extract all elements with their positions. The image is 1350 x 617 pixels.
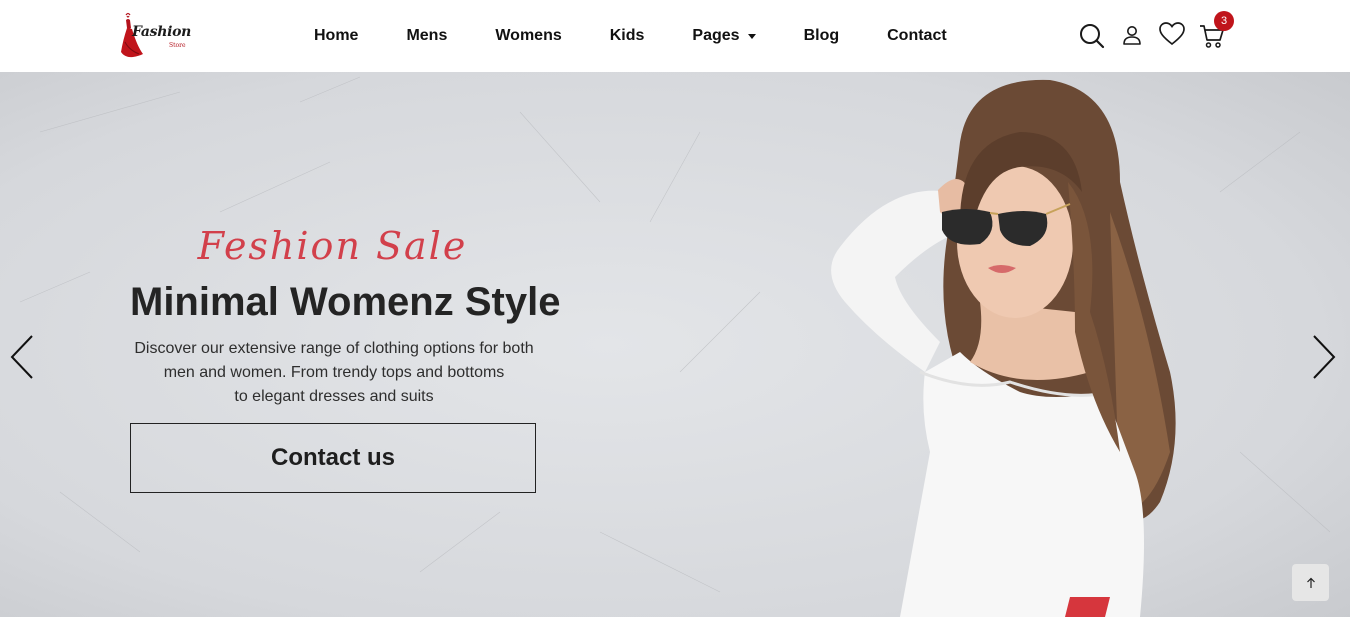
contact-us-button[interactable]: Contact us <box>130 423 536 493</box>
model-illustration <box>831 79 1176 617</box>
hero-description-line: to elegant dresses and suits <box>234 388 434 405</box>
hero-slider: Feshion Sale Minimal Womenz Style Discov… <box>0 72 1350 617</box>
hero-script-heading: Feshion Sale <box>197 224 468 268</box>
search-button[interactable] <box>1078 22 1106 55</box>
caret-down-icon <box>747 34 756 39</box>
site-header: Fashion Store Home Mens Womens Kids Page… <box>0 0 1350 72</box>
brand-name: Fashion <box>132 24 192 40</box>
scroll-to-top-button[interactable] <box>1292 564 1329 601</box>
arrow-up-icon <box>1306 577 1315 588</box>
user-icon <box>1123 26 1141 45</box>
account-button[interactable] <box>1121 24 1143 51</box>
nav-item-contact[interactable]: Contact <box>887 27 947 45</box>
hero-title: Minimal Womenz Style <box>130 280 561 324</box>
nav-item-home[interactable]: Home <box>314 27 358 45</box>
chevron-right-icon <box>1313 335 1336 379</box>
nav-item-mens[interactable]: Mens <box>406 27 447 45</box>
heart-icon <box>1159 22 1185 46</box>
brand-subtitle: Store <box>169 42 186 49</box>
chevron-left-icon <box>10 335 33 379</box>
search-icon <box>1080 24 1105 49</box>
nav-item-kids[interactable]: Kids <box>610 27 645 45</box>
nav-item-blog[interactable]: Blog <box>804 27 840 45</box>
wishlist-button[interactable] <box>1158 21 1186 52</box>
cart-count-badge: 3 <box>1214 11 1234 31</box>
nav-item-pages[interactable]: Pages <box>692 27 756 45</box>
slider-next-button[interactable] <box>1310 334 1338 385</box>
nav-item-pages-label: Pages <box>692 27 740 44</box>
hero-description-line: men and women. From trendy tops and bott… <box>163 364 505 381</box>
main-nav: Home Mens Womens Kids Pages Blog Contact <box>314 24 947 48</box>
slider-prev-button[interactable] <box>8 334 36 385</box>
brand-logo[interactable]: Fashion Store <box>117 12 192 60</box>
hero-description: Discover our extensive range of clothing… <box>115 337 553 409</box>
nav-item-womens[interactable]: Womens <box>495 27 561 45</box>
hero-description-line: Discover our extensive range of clothing… <box>134 340 534 357</box>
